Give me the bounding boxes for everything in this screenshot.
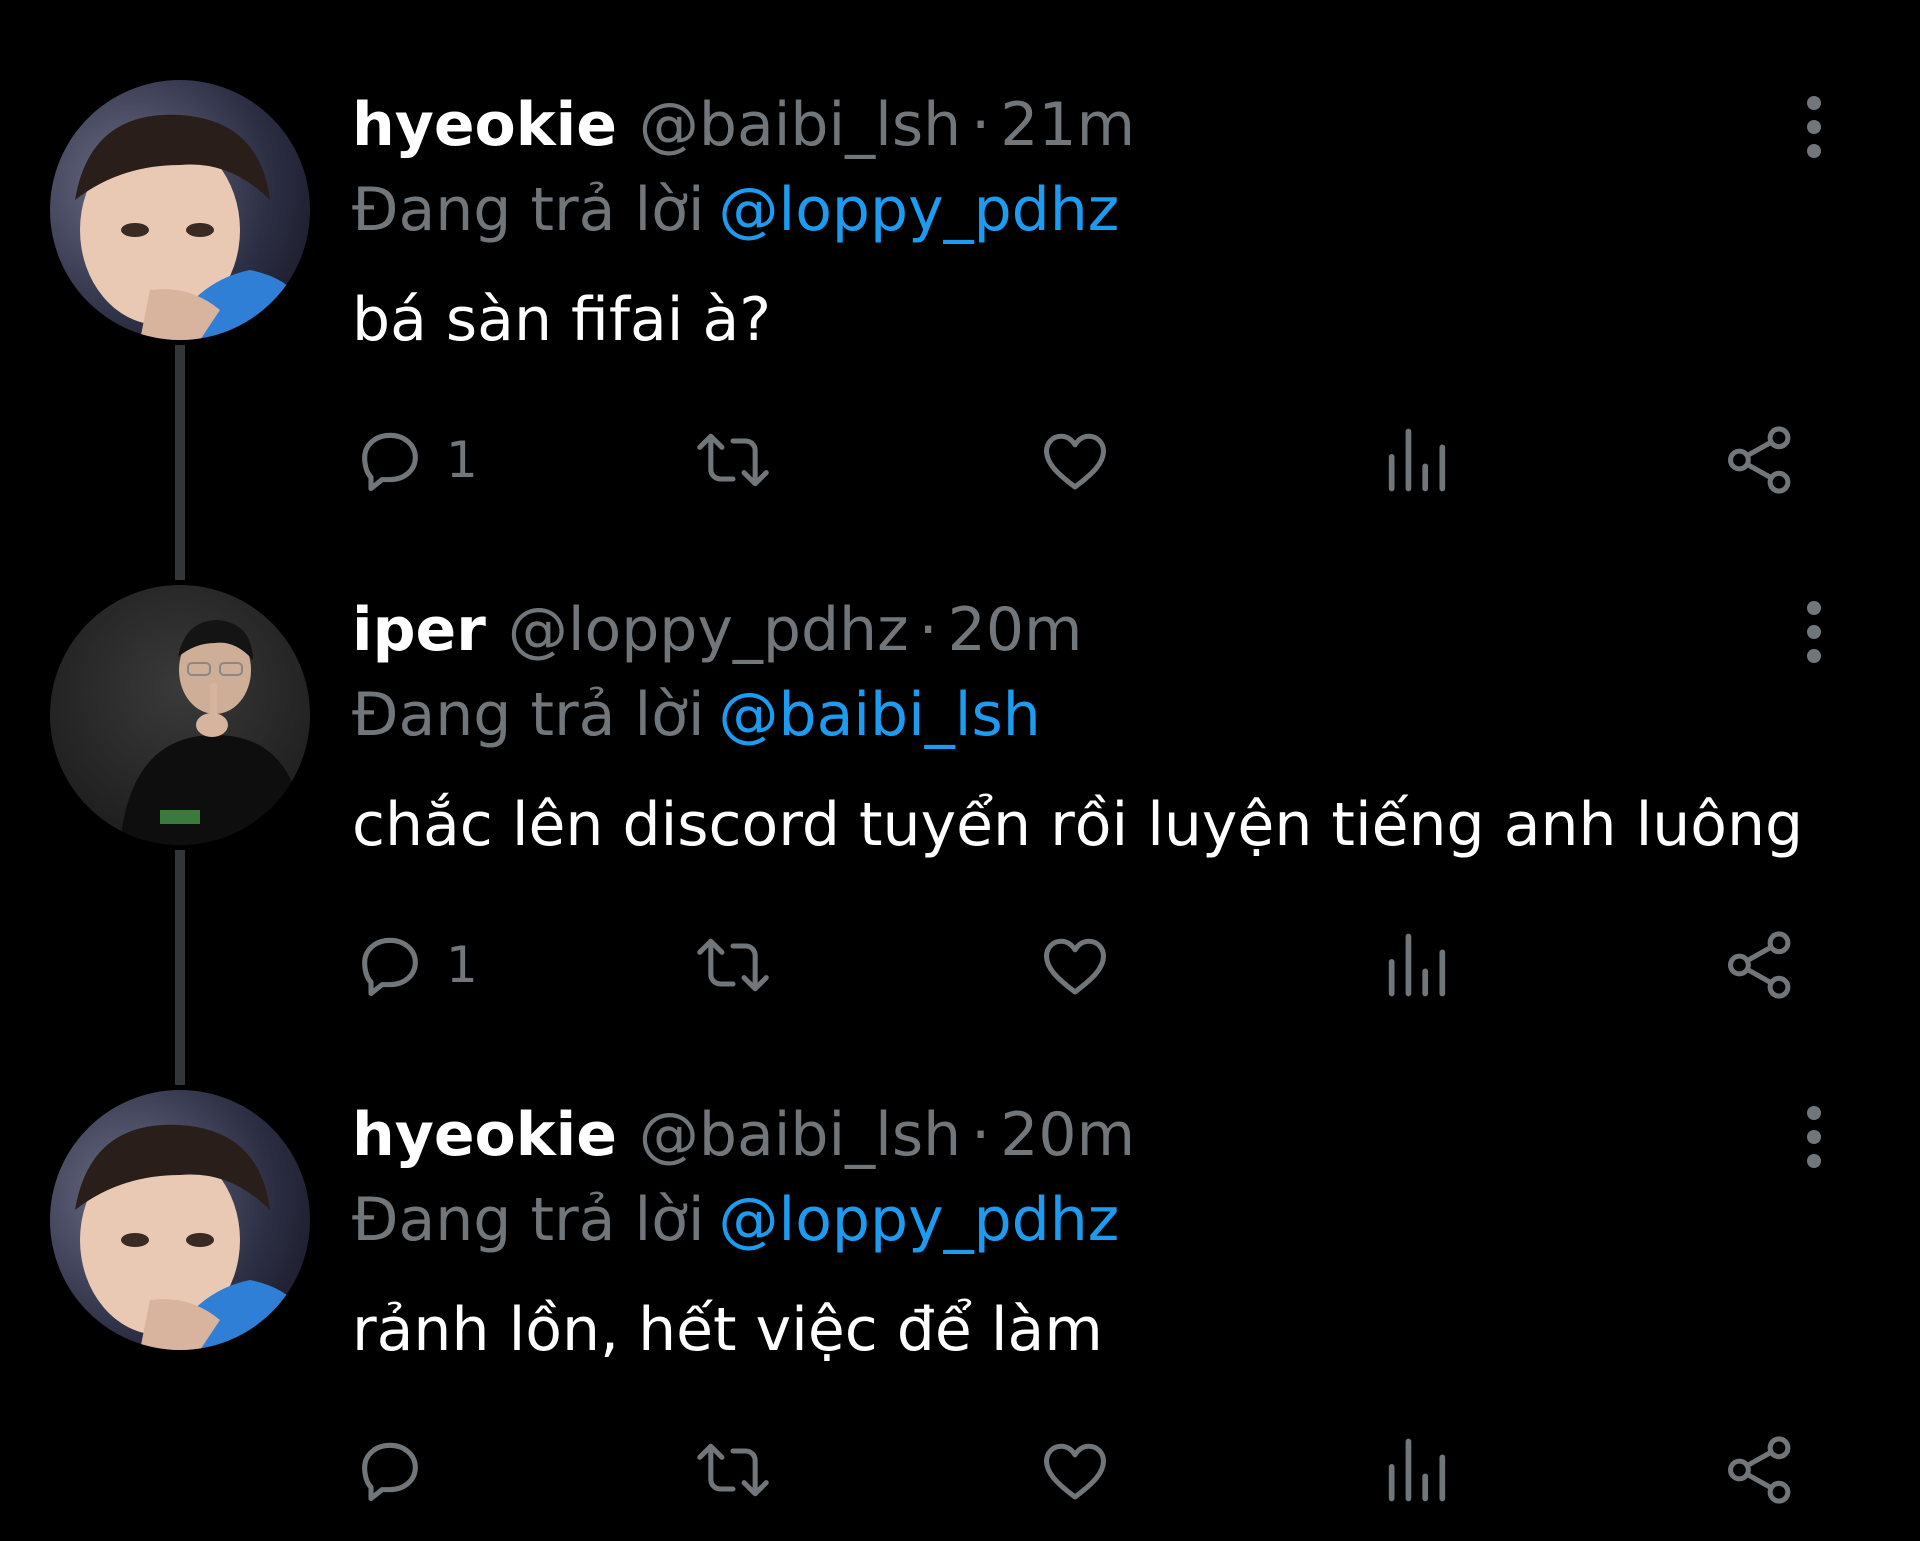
reply-count: 1 [446,936,478,994]
tweet-text: bá sàn fifai à? [352,285,772,355]
tweet-text: rảnh lồn, hết việc để làm [352,1295,1103,1365]
tweet[interactable]: hyeokie @baibi_lsh · 20m Đang trả lời @loppy… [0,1010,1920,1515]
retweet-icon [697,1443,769,1497]
retweet-button[interactable] [690,920,776,1010]
mention-link[interactable]: @loppy_pdhz [719,1185,1120,1255]
views-button[interactable] [1382,920,1452,1010]
avatar[interactable] [50,585,310,845]
more-options-icon[interactable] [1794,1104,1834,1170]
user-photo-avatar-icon [50,1090,310,1350]
like-button[interactable] [1037,1425,1113,1515]
like-icon [1043,433,1107,490]
replying-to-label: Đang trả lời [352,175,705,245]
action-bar [352,1425,1812,1515]
retweet-button[interactable] [690,1425,776,1515]
like-icon [1043,938,1107,995]
reply-icon [362,1442,418,1502]
views-icon [1388,428,1446,492]
reply-thread: hyeokie @baibi_lsh · 21m Đang trả lời @loppy… [0,0,1920,1541]
views-button[interactable] [1382,1425,1452,1515]
like-icon [1043,1443,1107,1500]
tweet-header: hyeokie @baibi_lsh · 21m [352,88,1135,163]
replying-to-label: Đang trả lời [352,680,705,750]
share-button[interactable] [1722,920,1798,1010]
display-name[interactable]: iper [352,595,486,665]
views-button[interactable] [1382,415,1452,505]
replying-to: Đang trả lời @loppy_pdhz [352,173,1119,248]
timestamp[interactable]: 20m [1000,1100,1135,1170]
reply-button[interactable]: 1 [352,920,478,1010]
user-handle[interactable]: @baibi_lsh [639,90,961,160]
share-icon [1728,426,1791,494]
action-bar: 1 [352,415,1812,505]
more-options-icon[interactable] [1794,599,1834,665]
tweet[interactable]: hyeokie @baibi_lsh · 21m Đang trả lời @loppy… [0,0,1920,505]
mention-link[interactable]: @baibi_lsh [719,680,1041,750]
replying-to-label: Đang trả lời [352,1185,705,1255]
reply-button[interactable] [352,1425,446,1515]
share-button[interactable] [1722,415,1798,505]
separator-dot: · [971,1100,991,1170]
like-button[interactable] [1037,920,1113,1010]
timestamp[interactable]: 20m [948,595,1083,665]
action-bar: 1 [352,920,1812,1010]
user-handle[interactable]: @loppy_pdhz [508,595,909,665]
separator-dot: · [971,90,991,160]
avatar[interactable] [50,1090,310,1350]
avatar[interactable] [50,80,310,340]
reply-icon [362,432,418,492]
user-photo-avatar-icon [50,80,310,340]
like-button[interactable] [1037,415,1113,505]
retweet-button[interactable] [690,415,776,505]
views-icon [1388,933,1446,997]
display-name[interactable]: hyeokie [352,1100,617,1170]
views-icon [1388,1438,1446,1502]
reply-icon [362,937,418,997]
tweet-header: hyeokie @baibi_lsh · 20m [352,1098,1135,1173]
reply-count: 1 [446,431,478,489]
retweet-icon [697,938,769,992]
user-photo-avatar-icon [50,585,310,845]
reply-button[interactable]: 1 [352,415,478,505]
tweet-text: chắc lên discord tuyển rồi luyện tiếng a… [352,790,1804,860]
separator-dot: · [918,595,938,665]
mention-link[interactable]: @loppy_pdhz [719,175,1120,245]
more-options-icon[interactable] [1794,94,1834,160]
tweet-header: iper @loppy_pdhz · 20m [352,593,1082,668]
replying-to: Đang trả lời @loppy_pdhz [352,1183,1119,1258]
share-icon [1728,1436,1791,1504]
tweet[interactable]: iper @loppy_pdhz · 20m Đang trả lời @baibi_l… [0,505,1920,1010]
timestamp[interactable]: 21m [1000,90,1135,160]
display-name[interactable]: hyeokie [352,90,617,160]
retweet-icon [697,433,769,487]
share-button[interactable] [1722,1425,1798,1515]
user-handle[interactable]: @baibi_lsh [639,1100,961,1170]
share-icon [1728,931,1791,999]
replying-to: Đang trả lời @baibi_lsh [352,678,1041,753]
